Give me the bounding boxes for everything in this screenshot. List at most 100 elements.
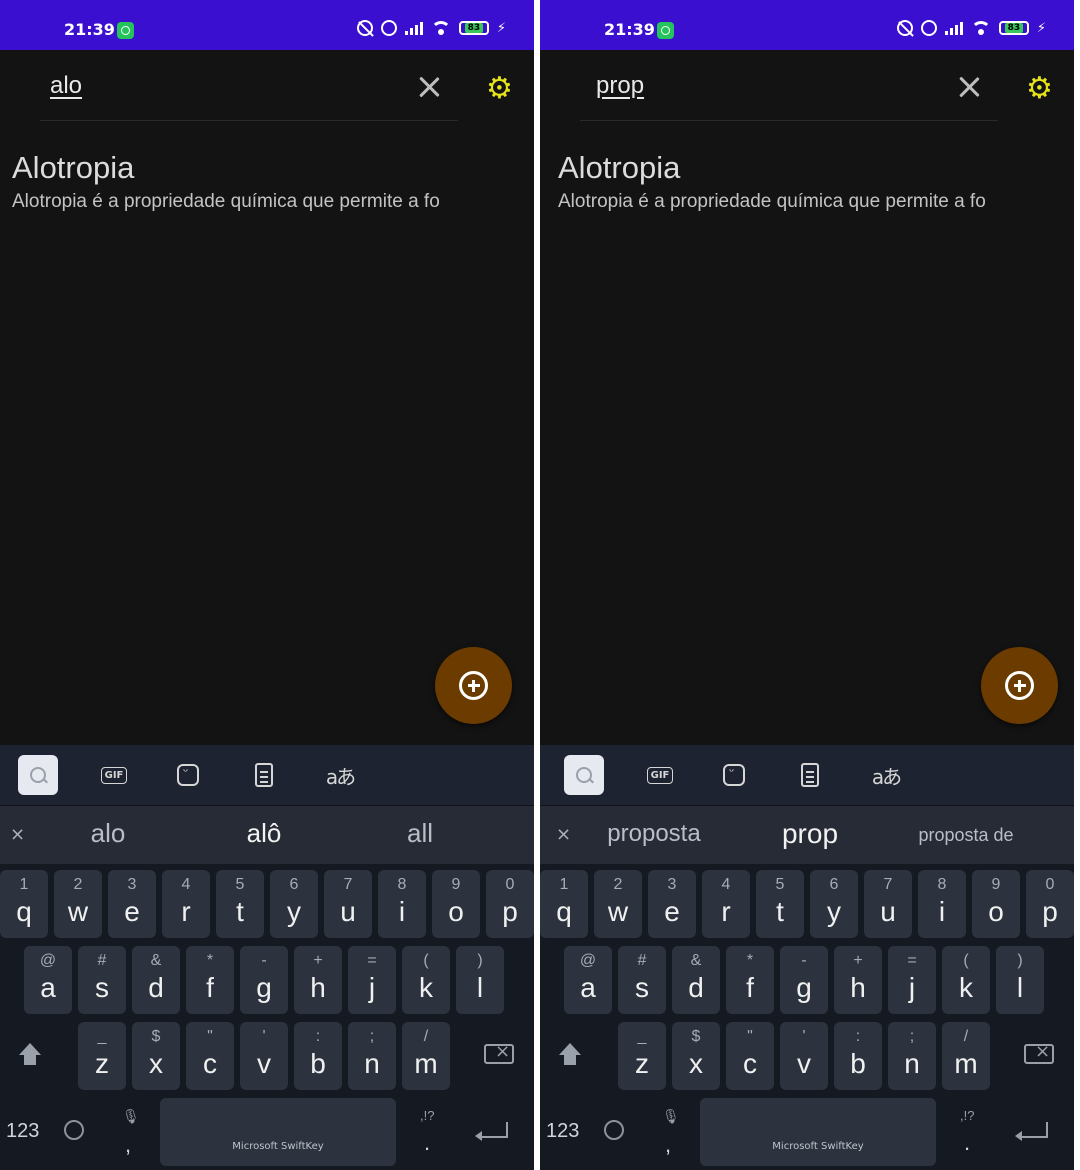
- key-o[interactable]: 9o: [432, 870, 480, 938]
- space-bar[interactable]: Microsoft SwiftKey: [160, 1098, 396, 1166]
- gear-icon[interactable]: ⚙: [486, 74, 513, 104]
- key-f[interactable]: * f: [726, 946, 774, 1014]
- translate-button[interactable]: aあ: [320, 755, 360, 795]
- keyboard-search-button[interactable]: [564, 755, 604, 795]
- key-h[interactable]: + h: [834, 946, 882, 1014]
- list-item[interactable]: Alotropia Alotropia é a propriedade quím…: [0, 140, 534, 230]
- key-i[interactable]: 8i: [378, 870, 426, 938]
- search-input[interactable]: alo: [50, 72, 82, 100]
- numbers-key[interactable]: 123: [6, 1120, 39, 1143]
- add-button[interactable]: [435, 647, 512, 724]
- search-input[interactable]: prop: [596, 72, 644, 100]
- key-f[interactable]: * f: [186, 946, 234, 1014]
- key-h[interactable]: + h: [294, 946, 342, 1014]
- emoji-icon[interactable]: [64, 1120, 84, 1140]
- key-n[interactable]: ; n: [888, 1022, 936, 1090]
- key-q[interactable]: 1q: [540, 870, 588, 938]
- key-g[interactable]: -g: [240, 946, 288, 1014]
- backspace-icon[interactable]: [484, 1041, 514, 1064]
- key-d[interactable]: & d: [132, 946, 180, 1014]
- comma-key[interactable]: ,: [125, 1132, 131, 1158]
- key-r[interactable]: 4r: [702, 870, 750, 938]
- key-label: v: [257, 1048, 271, 1079]
- key-e[interactable]: 3e: [108, 870, 156, 938]
- collapse-icon[interactable]: ⨯: [556, 824, 571, 845]
- key-u[interactable]: 7u: [324, 870, 372, 938]
- wifi-icon: [970, 21, 991, 35]
- sticker-button[interactable]: [714, 755, 754, 795]
- key-u[interactable]: 7u: [864, 870, 912, 938]
- suggestion-left[interactable]: alo: [60, 818, 156, 849]
- suggestion-left[interactable]: proposta: [600, 820, 708, 848]
- key-x[interactable]: $ x: [132, 1022, 180, 1090]
- key-alt-label: &: [150, 952, 162, 969]
- key-a[interactable]: @ a: [564, 946, 612, 1014]
- suggestion-right[interactable]: all: [372, 818, 468, 849]
- key-a[interactable]: @ a: [24, 946, 72, 1014]
- key-d[interactable]: & d: [672, 946, 720, 1014]
- key-m[interactable]: / m: [402, 1022, 450, 1090]
- gear-icon[interactable]: ⚙: [1026, 74, 1053, 104]
- shift-icon[interactable]: [16, 1042, 44, 1070]
- list-item[interactable]: Alotropia Alotropia é a propriedade quím…: [540, 140, 1074, 230]
- emoji-icon[interactable]: [604, 1120, 624, 1140]
- key-j[interactable]: = j: [888, 946, 936, 1014]
- key-c[interactable]: " c: [186, 1022, 234, 1090]
- key-m[interactable]: / m: [942, 1022, 990, 1090]
- suggestion-center[interactable]: alô: [216, 818, 312, 849]
- key-n[interactable]: ; n: [348, 1022, 396, 1090]
- key-q[interactable]: 1q: [0, 870, 48, 938]
- enter-icon[interactable]: [1015, 1122, 1048, 1141]
- sticker-button[interactable]: [168, 755, 208, 795]
- key-k[interactable]: (k: [942, 946, 990, 1014]
- period-key[interactable]: .: [424, 1130, 430, 1156]
- key-k[interactable]: (k: [402, 946, 450, 1014]
- enter-icon[interactable]: [475, 1122, 508, 1141]
- collapse-icon[interactable]: ⨯: [10, 824, 25, 845]
- key-b[interactable]: :b: [834, 1022, 882, 1090]
- clipboard-button[interactable]: [244, 755, 284, 795]
- key-s[interactable]: # s: [618, 946, 666, 1014]
- suggestion-right[interactable]: proposta de: [904, 825, 1028, 846]
- key-l[interactable]: ) l: [456, 946, 504, 1014]
- key-p[interactable]: 0p: [486, 870, 534, 938]
- key-o[interactable]: 9o: [972, 870, 1020, 938]
- key-v[interactable]: ' v: [780, 1022, 828, 1090]
- keyboard-search-button[interactable]: [18, 755, 58, 795]
- key-w[interactable]: 2w: [594, 870, 642, 938]
- shift-icon[interactable]: [556, 1042, 584, 1070]
- comma-key[interactable]: ,: [665, 1132, 671, 1158]
- key-j[interactable]: = j: [348, 946, 396, 1014]
- key-y[interactable]: 6y: [270, 870, 318, 938]
- period-key[interactable]: .: [964, 1130, 970, 1156]
- numbers-key[interactable]: 123: [546, 1120, 579, 1143]
- key-v[interactable]: ' v: [240, 1022, 288, 1090]
- backspace-icon[interactable]: [1024, 1041, 1054, 1064]
- space-bar[interactable]: Microsoft SwiftKey: [700, 1098, 936, 1166]
- key-l[interactable]: ) l: [996, 946, 1044, 1014]
- key-c[interactable]: " c: [726, 1022, 774, 1090]
- gif-button[interactable]: GIF: [640, 755, 680, 795]
- add-button[interactable]: [981, 647, 1058, 724]
- key-z[interactable]: _ z: [78, 1022, 126, 1090]
- key-x[interactable]: $ x: [672, 1022, 720, 1090]
- key-g[interactable]: -g: [780, 946, 828, 1014]
- key-t[interactable]: 5t: [756, 870, 804, 938]
- key-label: p: [502, 896, 518, 927]
- suggestion-center[interactable]: prop: [762, 818, 858, 850]
- clear-search-icon[interactable]: [958, 76, 980, 98]
- key-e[interactable]: 3e: [648, 870, 696, 938]
- key-r[interactable]: 4r: [162, 870, 210, 938]
- translate-button[interactable]: aあ: [866, 755, 906, 795]
- key-z[interactable]: _ z: [618, 1022, 666, 1090]
- clipboard-button[interactable]: [790, 755, 830, 795]
- key-i[interactable]: 8i: [918, 870, 966, 938]
- key-t[interactable]: 5t: [216, 870, 264, 938]
- gif-button[interactable]: GIF: [94, 755, 134, 795]
- key-p[interactable]: 0p: [1026, 870, 1074, 938]
- key-s[interactable]: # s: [78, 946, 126, 1014]
- key-b[interactable]: :b: [294, 1022, 342, 1090]
- clear-search-icon[interactable]: [418, 76, 440, 98]
- key-w[interactable]: 2w: [54, 870, 102, 938]
- key-y[interactable]: 6y: [810, 870, 858, 938]
